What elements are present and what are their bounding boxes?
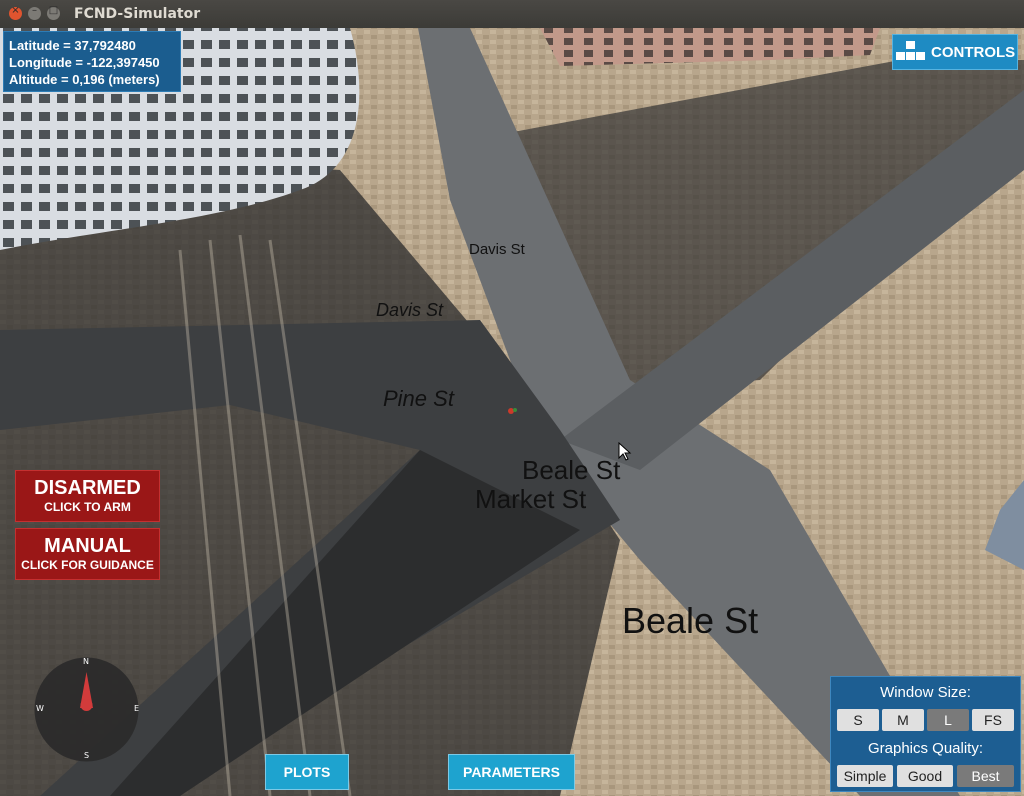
quality-simple-button[interactable]: Simple: [837, 765, 893, 787]
maximize-icon: □: [48, 5, 59, 16]
street-label: Beale St: [622, 600, 759, 641]
window-titlebar: × – □ FCND-Simulator: [0, 0, 1024, 28]
settings-panel: Window Size: S M L FS Graphics Quality: …: [830, 676, 1021, 792]
compass-dial-icon: [34, 657, 139, 762]
parameters-button[interactable]: PARAMETERS: [448, 754, 575, 790]
street-label: Beale St: [522, 455, 621, 485]
telemetry-panel: Latitude = 37,792480 Longitude = -122,39…: [3, 31, 181, 92]
graphics-quality-label: Graphics Quality:: [867, 740, 984, 757]
size-fs-button[interactable]: FS: [972, 709, 1014, 731]
window-maximize-button[interactable]: □: [47, 5, 60, 20]
mode-hint: CLICK FOR GUIDANCE: [21, 558, 154, 572]
window-title: FCND-Simulator: [74, 6, 201, 22]
arm-status: DISARMED: [34, 477, 141, 499]
street-label: Pine St: [383, 386, 454, 411]
mode-button[interactable]: MANUAL CLICK FOR GUIDANCE: [15, 528, 160, 580]
window-minimize-button[interactable]: –: [28, 5, 41, 20]
minimize-icon: –: [32, 5, 37, 16]
latitude-readout: Latitude = 37,792480: [9, 38, 136, 53]
size-m-button[interactable]: M: [882, 709, 924, 731]
street-label: Davis St: [469, 241, 525, 258]
mode-status: MANUAL: [44, 535, 131, 557]
size-s-button[interactable]: S: [837, 709, 879, 731]
street-label: Market St: [475, 484, 587, 514]
street-label: Davis St: [376, 300, 444, 320]
keyboard-keys-icon: [896, 41, 925, 60]
quality-good-button[interactable]: Good: [897, 765, 953, 787]
compass-north: N: [83, 657, 89, 666]
close-icon: ×: [11, 5, 20, 16]
longitude-readout: Longitude = -122,397450: [9, 55, 160, 70]
compass-west: W: [36, 704, 44, 713]
plots-button[interactable]: PLOTS: [265, 754, 349, 790]
window-size-label: Window Size:: [880, 684, 971, 701]
mouse-cursor-icon: [618, 442, 632, 461]
arm-hint: CLICK TO ARM: [44, 500, 131, 514]
size-l-button[interactable]: L: [927, 709, 969, 731]
controls-label: CONTROLS: [931, 44, 1016, 61]
controls-button[interactable]: CONTROLS: [892, 34, 1018, 70]
compass-south: S: [84, 751, 90, 760]
compass: N S E W: [33, 656, 140, 763]
altitude-readout: Altitude = 0,196 (meters): [9, 72, 160, 87]
quality-best-button[interactable]: Best: [957, 765, 1014, 787]
window-close-button[interactable]: ×: [9, 5, 22, 20]
compass-east: E: [134, 704, 140, 713]
arm-button[interactable]: DISARMED CLICK TO ARM: [15, 470, 160, 522]
